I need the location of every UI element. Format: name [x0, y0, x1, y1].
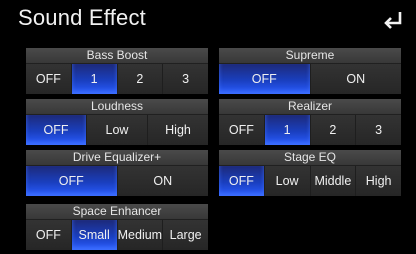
- space-enhancer-options: OFF Small Medium Large: [26, 220, 208, 250]
- loudness-group: Loudness OFF Low High: [26, 99, 208, 145]
- supreme-label: Supreme: [219, 48, 401, 64]
- stage-eq-option-middle[interactable]: Middle: [309, 166, 356, 196]
- bass-boost-options: OFF 1 2 3: [26, 64, 208, 94]
- realizer-label: Realizer: [219, 99, 401, 115]
- space-enhancer-option-large[interactable]: Large: [162, 220, 208, 250]
- realizer-option-1[interactable]: 1: [263, 115, 310, 145]
- stage-eq-group: Stage EQ OFF Low Middle High: [219, 150, 401, 196]
- loudness-options: OFF Low High: [26, 115, 208, 145]
- loudness-option-low[interactable]: Low: [86, 115, 147, 145]
- supreme-group: Supreme OFF ON: [219, 48, 401, 94]
- bass-boost-label: Bass Boost: [26, 48, 208, 64]
- realizer-option-3[interactable]: 3: [355, 115, 401, 145]
- page-title: Sound Effect: [18, 5, 146, 30]
- stage-eq-option-high[interactable]: High: [355, 166, 401, 196]
- space-enhancer-option-medium[interactable]: Medium: [116, 220, 163, 250]
- space-enhancer-label: Space Enhancer: [26, 204, 208, 220]
- drive-equalizer-options: OFF ON: [26, 166, 208, 196]
- space-enhancer-option-small[interactable]: Small: [70, 220, 117, 250]
- stage-eq-options: OFF Low Middle High: [219, 166, 401, 196]
- stage-eq-label: Stage EQ: [219, 150, 401, 166]
- space-enhancer-option-off[interactable]: OFF: [26, 220, 71, 250]
- supreme-options: OFF ON: [219, 64, 401, 94]
- bass-boost-group: Bass Boost OFF 1 2 3: [26, 48, 208, 94]
- stage-eq-option-off[interactable]: OFF: [219, 166, 264, 196]
- loudness-label: Loudness: [26, 99, 208, 115]
- loudness-option-off[interactable]: OFF: [26, 115, 86, 145]
- sound-effect-screen: Sound Effect Bass Boost OFF 1 2 3 Loudness …: [0, 0, 416, 254]
- loudness-option-high[interactable]: High: [147, 115, 208, 145]
- bass-boost-option-3[interactable]: 3: [162, 64, 208, 94]
- drive-equalizer-option-off[interactable]: OFF: [26, 166, 117, 196]
- realizer-option-2[interactable]: 2: [309, 115, 356, 145]
- realizer-options: OFF 1 2 3: [219, 115, 401, 145]
- back-arrow-icon: [384, 12, 402, 29]
- space-enhancer-group: Space Enhancer OFF Small Medium Large: [26, 204, 208, 250]
- drive-equalizer-group: Drive Equalizer+ OFF ON: [26, 150, 208, 196]
- drive-equalizer-label: Drive Equalizer+: [26, 150, 208, 166]
- bass-boost-option-2[interactable]: 2: [116, 64, 163, 94]
- drive-equalizer-option-on[interactable]: ON: [116, 166, 208, 196]
- back-button[interactable]: [380, 8, 406, 34]
- realizer-group: Realizer OFF 1 2 3: [219, 99, 401, 145]
- supreme-option-off[interactable]: OFF: [219, 64, 310, 94]
- bass-boost-option-off[interactable]: OFF: [26, 64, 71, 94]
- bass-boost-option-1[interactable]: 1: [70, 64, 117, 94]
- stage-eq-option-low[interactable]: Low: [263, 166, 310, 196]
- realizer-option-off[interactable]: OFF: [219, 115, 264, 145]
- supreme-option-on[interactable]: ON: [309, 64, 401, 94]
